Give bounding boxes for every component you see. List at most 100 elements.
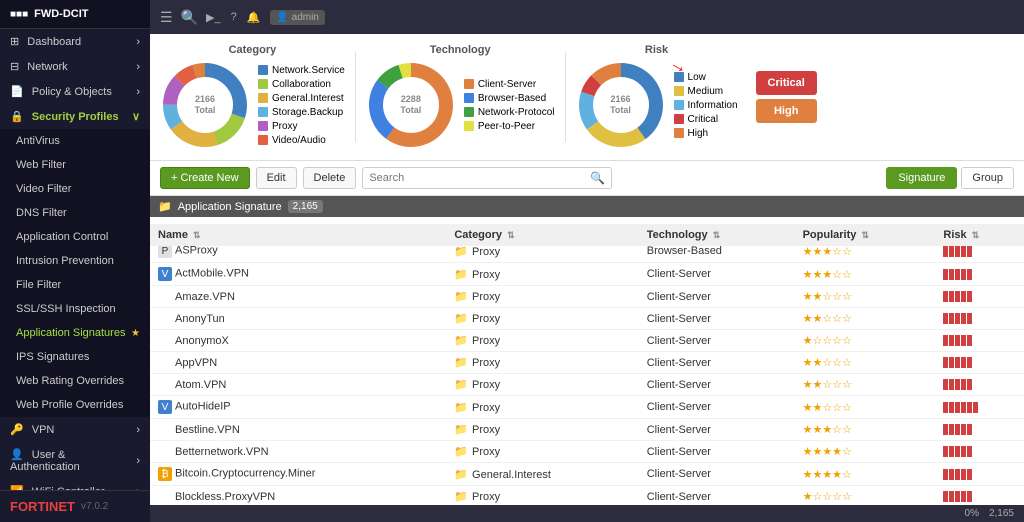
help-icon[interactable]: ? (231, 11, 237, 23)
cell-risk (935, 396, 1024, 419)
sidebar-item-policy[interactable]: 📄 Policy & Objects › (0, 79, 150, 104)
folder-icon: 📁 (454, 379, 468, 391)
cell-popularity: ★★★★☆ (795, 441, 936, 463)
cell-technology: Client-Server (639, 308, 795, 330)
sidebar-item-app-control[interactable]: Application Control (0, 225, 150, 249)
risk-bar (955, 424, 960, 435)
risk-bar (955, 402, 960, 413)
hamburger-icon[interactable]: ☰ (160, 9, 173, 26)
sidebar-item-user-auth[interactable]: 👤 User & Authentication › (0, 442, 150, 479)
technology-legend: Client-Server Browser-Based Network-Prot… (464, 79, 555, 132)
search-icon[interactable]: 🔍 (181, 9, 198, 26)
sidebar-label: File Filter (16, 279, 61, 291)
section-badge: 2,165 (288, 200, 323, 213)
delete-button[interactable]: Delete (303, 167, 357, 189)
table-row: Bestline.VPN 📁Proxy Client-Server ★★★☆☆ (150, 419, 1024, 441)
create-new-button[interactable]: + Create New (160, 167, 250, 189)
sidebar-item-video-filter[interactable]: Video Filter (0, 177, 150, 201)
search-icon[interactable]: 🔍 (590, 171, 605, 185)
sidebar-item-security-profiles[interactable]: 🔒 Security Profiles ∨ (0, 104, 150, 129)
risk-bar (943, 335, 948, 346)
sidebar-item-intrusion[interactable]: Intrusion Prevention (0, 249, 150, 273)
terminal-icon[interactable]: ▶_ (206, 11, 221, 24)
folder-icon: 📁 (454, 335, 468, 347)
cell-popularity: ★☆☆☆☆ (795, 486, 936, 506)
sidebar-item-network[interactable]: ⊟ Network › (0, 54, 150, 79)
risk-bar (955, 379, 960, 390)
risk-bar (943, 246, 948, 257)
sidebar-item-ips-signatures[interactable]: IPS Signatures (0, 345, 150, 369)
chevron-right-icon: › (136, 86, 140, 98)
cell-technology: Client-Server (639, 352, 795, 374)
sidebar-item-ssl[interactable]: SSL/SSH Inspection (0, 297, 150, 321)
sidebar-item-web-filter[interactable]: Web Filter (0, 153, 150, 177)
risk-bars (943, 335, 1016, 346)
risk-bar (967, 379, 972, 390)
sidebar-item-dashboard[interactable]: ⊞ Dashboard › (0, 29, 150, 54)
search-box: 🔍 (362, 167, 612, 189)
edit-button[interactable]: Edit (256, 167, 297, 189)
search-input[interactable] (369, 172, 590, 184)
technology-chart-title: Technology (430, 44, 491, 56)
risk-donut: 2166 Total (576, 60, 666, 150)
sidebar-item-vpn[interactable]: 🔑 VPN › (0, 417, 150, 442)
cell-category: 📁Proxy (446, 419, 638, 441)
sidebar-item-file-filter[interactable]: File Filter (0, 273, 150, 297)
cell-category: 📁Proxy (446, 286, 638, 308)
vpn-icon: 🔑 (10, 424, 24, 436)
cell-popularity: ★★★★☆ (795, 463, 936, 486)
sidebar-label: DNS Filter (16, 207, 67, 219)
sidebar-item-wifi[interactable]: 📶 WiFi Controller › (0, 479, 150, 490)
bell-icon[interactable]: 🔔 (247, 11, 261, 24)
sidebar-label: AntiVirus (16, 135, 60, 147)
risk-bars (943, 357, 1016, 368)
sort-icon: ⇅ (193, 230, 201, 240)
legend-item: Network.Service (258, 65, 345, 76)
sidebar-item-web-rating[interactable]: Web Rating Overrides (0, 369, 150, 393)
category-legend: Network.Service Collaboration General.In… (258, 65, 345, 146)
menu-logo: ■■■ (10, 9, 28, 20)
risk-bar (955, 291, 960, 302)
cell-risk (935, 286, 1024, 308)
folder-icon: 📁 (454, 424, 468, 436)
cell-risk (935, 486, 1024, 506)
chevron-right-icon: › (136, 36, 140, 48)
col-name: Name ⇅ (150, 224, 446, 247)
cell-name: AnonymoX (150, 330, 446, 352)
sidebar: ■■■ FWD-DCIT ⊞ Dashboard › ⊟ Network › 📄… (0, 0, 150, 522)
risk-bar (961, 424, 966, 435)
user-avatar[interactable]: 👤 admin (270, 10, 324, 25)
signature-button[interactable]: Signature (886, 167, 957, 189)
user-icon: 👤 (10, 449, 24, 461)
col-risk: Risk ⇅ (935, 224, 1024, 247)
legend-item: Browser-Based (464, 93, 555, 104)
table-row: Amaze.VPN 📁Proxy Client-Server ★★☆☆☆ (150, 286, 1024, 308)
risk-bar (943, 402, 948, 413)
sidebar-submenu-security: AntiVirus Web Filter Video Filter DNS Fi… (0, 129, 150, 417)
risk-bars (943, 424, 1016, 435)
table-header-row: Name ⇅ Category ⇅ Technology ⇅ Popularit… (150, 217, 1024, 240)
risk-bars (943, 402, 1016, 413)
sidebar-item-dns-filter[interactable]: DNS Filter (0, 201, 150, 225)
sidebar-item-app-signatures[interactable]: Application Signatures ★ (0, 321, 150, 345)
cell-category: 📁Proxy (446, 308, 638, 330)
group-button[interactable]: Group (961, 167, 1014, 189)
category-total: 2166 Total (195, 94, 216, 116)
risk-bar (967, 446, 972, 457)
risk-bar (961, 402, 966, 413)
vpn-row-icon: V (158, 400, 172, 414)
table-row: VActMobile.VPN 📁Proxy Client-Server ★★★☆… (150, 263, 1024, 286)
sidebar-label: Web Filter (16, 159, 66, 171)
risk-bar (961, 357, 966, 368)
sidebar-item-antivirus[interactable]: AntiVirus (0, 129, 150, 153)
cell-popularity: ★★☆☆☆ (795, 396, 936, 419)
cell-name: VAutoHideIP (150, 396, 446, 419)
risk-bars (943, 291, 1016, 302)
cell-risk (935, 330, 1024, 352)
risk-bar (949, 269, 954, 280)
sidebar-item-web-profile[interactable]: Web Profile Overrides (0, 393, 150, 417)
legend-item: Client-Server (464, 79, 555, 90)
legend-item: High (674, 128, 738, 139)
risk-bars (943, 379, 1016, 390)
cell-category: 📁Proxy (446, 396, 638, 419)
